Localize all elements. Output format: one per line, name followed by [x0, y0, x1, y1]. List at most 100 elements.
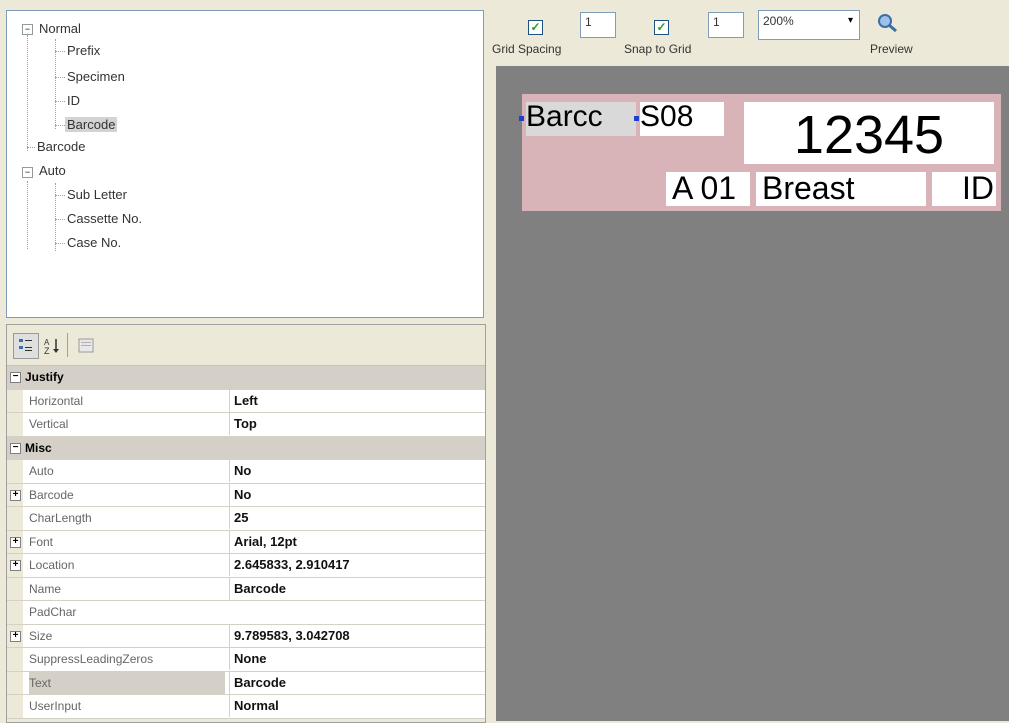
property-row[interactable]: SuppressLeadingZeros None — [7, 648, 485, 672]
tree-node-label: Specimen — [67, 69, 125, 84]
label-field-specimen[interactable]: Breast — [756, 172, 926, 206]
property-value[interactable]: Barcode — [229, 577, 485, 600]
property-name: Vertical — [29, 417, 69, 431]
collapse-icon[interactable]: − — [10, 372, 21, 383]
property-name: Text — [29, 671, 225, 694]
tree-node-label: Auto — [39, 163, 66, 178]
property-value[interactable]: Arial, 12pt — [229, 530, 485, 553]
property-row[interactable]: Text Barcode — [7, 671, 485, 695]
left-pane: − Normal Prefix Specimen ID Barcode Barc… — [0, 0, 490, 723]
snap-to-grid-checkbox[interactable]: ✓ — [654, 20, 669, 35]
property-row[interactable]: Auto No — [7, 460, 485, 484]
tree-node-label: ID — [67, 93, 80, 108]
property-value[interactable]: 2.645833, 2.910417 — [229, 554, 485, 576]
property-value[interactable]: Top — [229, 413, 485, 435]
tree-node-prefix[interactable]: Prefix — [65, 41, 102, 61]
tree-node-label: Prefix — [67, 43, 101, 58]
resize-handle[interactable] — [634, 116, 639, 121]
tree-connector — [55, 195, 65, 196]
property-value[interactable]: 25 — [229, 507, 485, 529]
property-row[interactable]: Name Barcode — [7, 577, 485, 601]
tree-node-barcode[interactable]: Barcode — [35, 137, 87, 157]
property-value[interactable]: Left — [229, 389, 485, 412]
row-gutter — [7, 648, 23, 671]
property-row[interactable]: Vertical Top — [7, 413, 485, 437]
tree-node-specimen[interactable]: Specimen — [65, 67, 127, 87]
categorized-icon[interactable] — [13, 333, 39, 359]
design-canvas[interactable]: Barcc S08 12345 A 01 Breast ID — [496, 66, 1009, 721]
property-value[interactable]: Normal — [229, 695, 485, 717]
tree-node-normal[interactable]: Normal — [37, 19, 83, 39]
tree-node-id[interactable]: ID — [65, 91, 82, 111]
property-row[interactable]: Horizontal Left — [7, 389, 485, 413]
tree-node-label: Barcode — [65, 117, 118, 132]
preview-button[interactable]: Preview — [870, 42, 913, 56]
expand-icon[interactable]: + — [10, 489, 21, 501]
row-gutter — [7, 671, 23, 694]
property-pages-icon[interactable] — [73, 333, 99, 359]
tree-connector — [27, 35, 28, 151]
property-row[interactable]: + Size 9.789583, 3.042708 — [7, 624, 485, 648]
property-category[interactable]: − Justify — [7, 366, 485, 390]
property-name: Auto — [29, 464, 54, 478]
collapse-icon[interactable]: − — [22, 24, 33, 35]
property-row[interactable]: UserInput Normal — [7, 695, 485, 719]
resize-handle[interactable] — [519, 116, 524, 121]
row-gutter — [7, 601, 23, 624]
property-value[interactable]: No — [229, 460, 485, 482]
property-grid: AZ − Justify Horizontal Left Vertical Top − Mis… — [6, 324, 486, 723]
property-grid-toolbar: AZ — [7, 325, 485, 365]
property-name: PadChar — [29, 605, 77, 619]
grid-spacing-checkbox[interactable]: ✓ — [528, 20, 543, 35]
property-name: Location — [29, 558, 75, 572]
snap-to-grid-label: Snap to Grid — [624, 42, 692, 56]
property-value[interactable]: Barcode — [229, 671, 485, 694]
snap-to-grid-input[interactable]: 1 — [708, 12, 744, 38]
tree-node-cassette-no[interactable]: Cassette No. — [65, 209, 144, 229]
tree-connector — [55, 219, 65, 220]
property-row[interactable]: + Location 2.645833, 2.910417 — [7, 554, 485, 578]
row-gutter — [7, 695, 23, 718]
expand-icon[interactable]: + — [10, 560, 21, 571]
tree-node-auto[interactable]: Auto — [37, 161, 68, 181]
property-value[interactable]: None — [229, 648, 485, 670]
property-name: Barcode — [29, 487, 74, 502]
property-row[interactable]: CharLength 25 — [7, 507, 485, 531]
label-field-s08[interactable]: S08 — [640, 102, 724, 136]
alphabetical-icon[interactable]: AZ — [39, 333, 65, 359]
tree-node-label: Barcode — [37, 139, 86, 154]
property-value[interactable]: 9.789583, 3.042708 — [229, 624, 485, 647]
property-row[interactable]: PadChar — [7, 601, 485, 625]
property-value[interactable]: No — [229, 483, 485, 506]
expand-icon[interactable]: + — [10, 536, 21, 548]
zoom-value: 200% — [763, 14, 794, 28]
grid-spacing-input[interactable]: 1 — [580, 12, 616, 38]
label-field-case-number[interactable]: 12345 — [744, 102, 994, 164]
zoom-select[interactable]: 200% ▾ — [758, 10, 860, 40]
tree-node-barcode-selected[interactable]: Barcode — [65, 115, 118, 135]
tree-connector — [27, 181, 28, 249]
label-field-id[interactable]: ID — [932, 172, 996, 206]
property-row[interactable]: + Font Arial, 12pt — [7, 530, 485, 554]
chevron-down-icon: ▾ — [847, 15, 853, 26]
tree-connector — [55, 51, 65, 52]
preview-icon[interactable] — [876, 12, 900, 34]
svg-text:Z: Z — [44, 346, 50, 356]
expand-icon[interactable]: + — [10, 630, 21, 642]
label-preview[interactable]: Barcc S08 12345 A 01 Breast ID — [519, 94, 1001, 211]
collapse-icon[interactable]: − — [22, 167, 33, 178]
property-row[interactable]: + Barcode No — [7, 483, 485, 507]
tree-connector — [55, 39, 56, 129]
tree-connector — [55, 243, 65, 244]
property-name: Font — [29, 534, 54, 549]
tree-node-case-no[interactable]: Case No. — [65, 233, 123, 253]
category-label: Misc — [25, 440, 52, 455]
property-category[interactable]: − Misc — [7, 436, 485, 460]
label-field-a01[interactable]: A 01 — [666, 172, 750, 206]
row-gutter — [7, 389, 23, 412]
field-tree[interactable]: − Normal Prefix Specimen ID Barcode Barc… — [6, 10, 484, 318]
collapse-icon[interactable]: − — [10, 442, 21, 454]
label-field-barcode[interactable]: Barcc — [526, 102, 636, 136]
tree-node-sub-letter[interactable]: Sub Letter — [65, 185, 129, 205]
tree-connector — [27, 147, 35, 148]
